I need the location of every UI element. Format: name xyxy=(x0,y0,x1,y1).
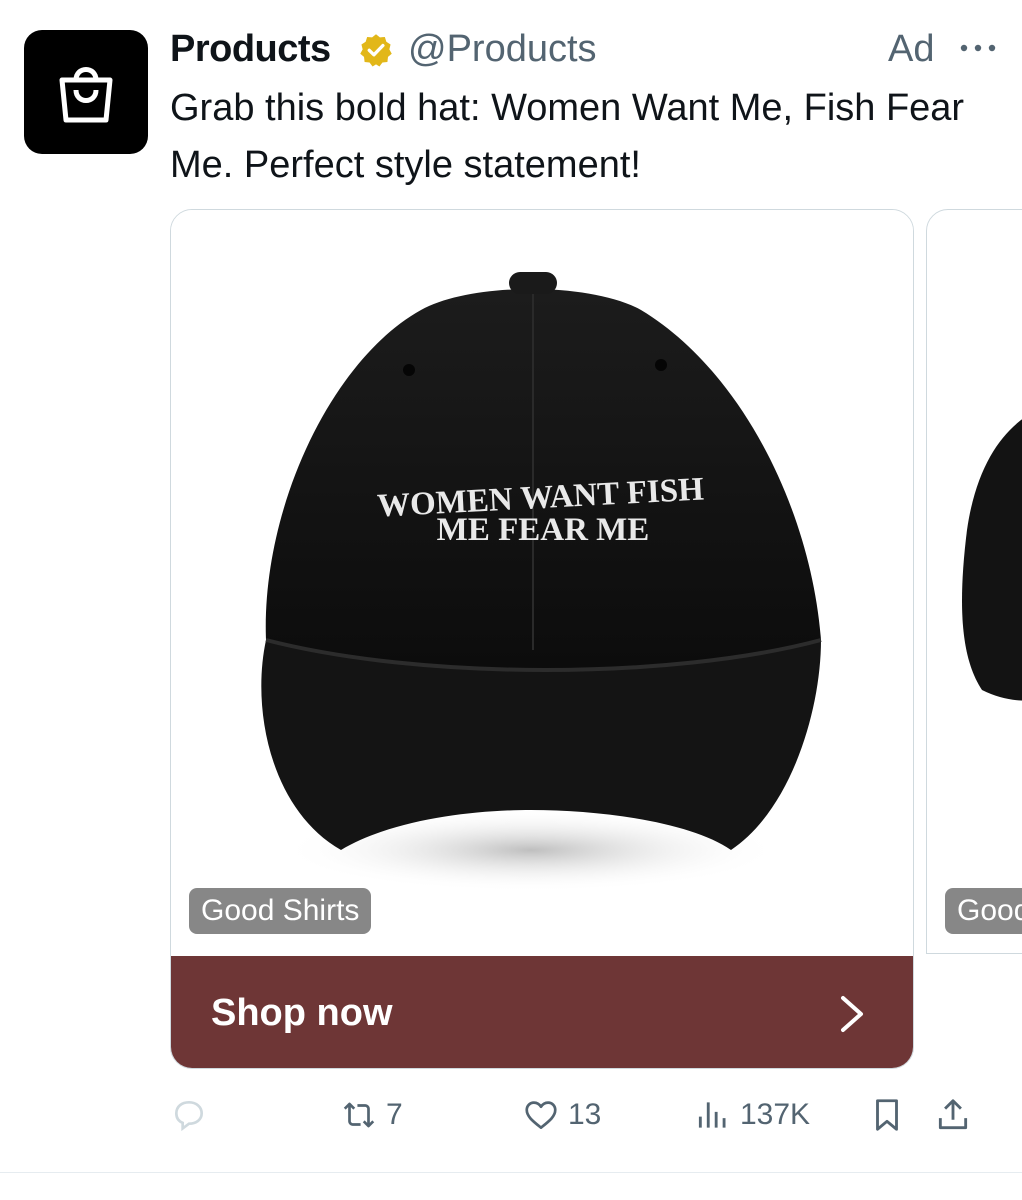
repost-button[interactable]: 7 xyxy=(340,1090,403,1140)
next-cap-image xyxy=(962,419,1022,701)
repost-icon xyxy=(343,1102,375,1128)
cap-image: WOMEN WANT FISH ME FEAR ME xyxy=(261,272,822,892)
tweet-header: Products @Products Ad xyxy=(170,26,1022,76)
more-icon[interactable] xyxy=(956,26,1000,70)
tweet-text: Grab this bold hat: Women Want Me, Fish … xyxy=(170,87,965,186)
product-image[interactable]: WOMEN WANT FISH ME FEAR ME Good Shirts xyxy=(171,210,913,956)
like-count: 13 xyxy=(568,1098,602,1131)
reply-icon xyxy=(174,1100,204,1132)
shop-now-button[interactable]: Shop now xyxy=(171,956,913,1068)
reply-button[interactable] xyxy=(170,1090,208,1140)
bookmark-button[interactable] xyxy=(868,1090,906,1140)
like-button[interactable]: 13 xyxy=(522,1090,601,1140)
account-name[interactable]: Products xyxy=(170,28,331,71)
chevron-right-icon xyxy=(841,996,863,1032)
ad-label: Ad xyxy=(888,28,935,70)
like-icon xyxy=(525,1101,557,1130)
share-button[interactable] xyxy=(934,1090,972,1140)
views-count: 137K xyxy=(740,1098,811,1131)
views-icon xyxy=(698,1102,726,1128)
next-source-tag: Good Shirts xyxy=(945,888,1022,934)
avatar[interactable] xyxy=(24,30,148,154)
tweet-actions: 7 13 137K xyxy=(170,1090,1000,1140)
repost-count: 7 xyxy=(386,1098,403,1131)
bookmark-icon xyxy=(876,1099,898,1131)
product-card[interactable]: WOMEN WANT FISH ME FEAR ME Good Shirts S… xyxy=(170,209,914,1069)
next-product-card[interactable]: Good Shirts xyxy=(926,209,1022,954)
views-button[interactable]: 137K xyxy=(694,1090,810,1140)
shop-now-label: Shop now xyxy=(211,992,393,1034)
shopping-bag-icon xyxy=(59,67,113,123)
share-icon xyxy=(938,1099,968,1130)
verified-badge-icon xyxy=(360,34,392,67)
account-handle[interactable]: @Products xyxy=(408,28,597,71)
divider xyxy=(0,1172,1022,1173)
cap-text-line2: ME FEAR ME xyxy=(437,512,650,548)
source-tag: Good Shirts xyxy=(189,888,372,934)
